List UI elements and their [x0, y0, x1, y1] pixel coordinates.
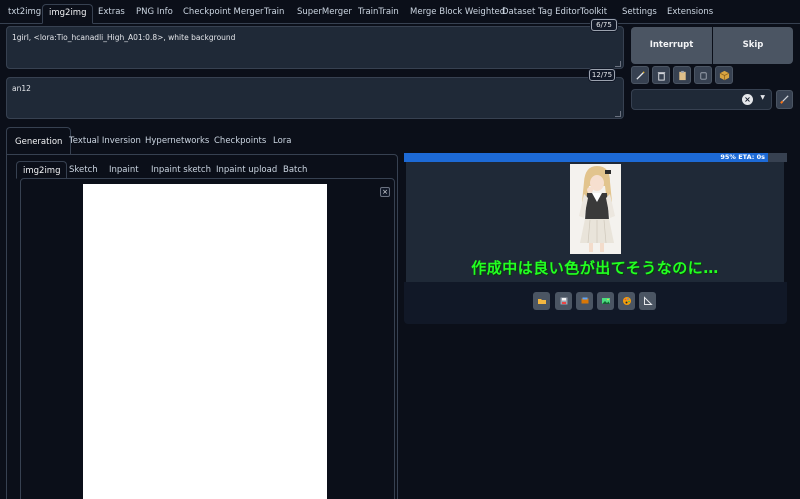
tab-batch[interactable]: Batch: [283, 161, 307, 179]
palette-icon[interactable]: [618, 292, 635, 310]
top-tab-bar: txt2img img2img Extras PNG Info Checkpoi…: [0, 0, 800, 24]
generation-panel: img2img Sketch Inpaint Inpaint sketch In…: [6, 154, 398, 499]
tab-traintrain[interactable]: TrainTrain: [358, 4, 399, 24]
tab-lora[interactable]: Lora: [273, 127, 292, 155]
output-gallery: 作成中は良い色が出てそうなのに…: [406, 162, 784, 282]
close-icon[interactable]: ×: [380, 187, 390, 197]
positive-resize-handle[interactable]: [615, 61, 621, 67]
negative-prompt-text: an12: [12, 84, 31, 93]
interrupt-button[interactable]: Interrupt: [631, 27, 712, 64]
tab-generation[interactable]: Generation: [6, 127, 72, 155]
skip-button[interactable]: Skip: [713, 27, 793, 64]
negative-prompt-input[interactable]: an12: [6, 77, 624, 119]
negative-token-counter: 12/75: [589, 69, 615, 81]
tab-dataset-tag-editor[interactable]: Dataset Tag Editor: [502, 4, 580, 24]
box-icon[interactable]: [715, 66, 733, 84]
zip-icon[interactable]: [576, 292, 593, 310]
card-icon[interactable]: [694, 66, 712, 84]
tab-inpaint-upload[interactable]: Inpaint upload: [216, 161, 277, 179]
tab-png-info[interactable]: PNG Info: [136, 4, 173, 24]
progress-bar: 95% ETA: 0s: [404, 153, 787, 162]
tab-train[interactable]: Train: [264, 4, 284, 24]
tab-settings[interactable]: Settings: [622, 4, 657, 24]
tab-hypernetworks[interactable]: Hypernetworks: [145, 127, 209, 155]
tab-checkpoints[interactable]: Checkpoints: [214, 127, 266, 155]
extra-networks-tab-bar: Generation Textual Inversion Hypernetwor…: [0, 127, 395, 155]
styles-dropdown[interactable]: × ▼: [631, 89, 772, 110]
tab-txt2img[interactable]: txt2img: [8, 4, 41, 24]
tab-extensions[interactable]: Extensions: [667, 4, 713, 24]
chevron-down-icon: ▼: [760, 94, 765, 101]
positive-prompt-input[interactable]: 1girl, <lora:Tio_hcanadli_High_A01:0.8>,…: [6, 26, 624, 69]
tab-textual-inversion[interactable]: Textual Inversion: [69, 127, 141, 155]
negative-resize-handle[interactable]: [615, 111, 621, 117]
progress-text: 95% ETA: 0s: [720, 153, 765, 161]
trash-icon[interactable]: [652, 66, 670, 84]
tab-img2img-mode[interactable]: img2img: [16, 161, 68, 179]
positive-prompt-text: 1girl, <lora:Tio_hcanadli_High_A01:0.8>,…: [12, 33, 236, 42]
tab-extras[interactable]: Extras: [98, 4, 125, 24]
tab-img2img[interactable]: img2img: [42, 4, 94, 24]
image-icon[interactable]: [597, 292, 614, 310]
clear-styles-icon[interactable]: ×: [742, 94, 753, 105]
overlay-caption: 作成中は良い色が出てそうなのに…: [471, 259, 719, 277]
positive-token-counter: 6/75: [591, 19, 617, 31]
clipboard-icon[interactable]: [673, 66, 691, 84]
preview-image[interactable]: [570, 164, 621, 254]
tab-inpaint-sketch[interactable]: Inpaint sketch: [151, 161, 211, 179]
tab-sketch[interactable]: Sketch: [69, 161, 98, 179]
tab-checkpoint-merger[interactable]: Checkpoint Merger: [183, 4, 264, 24]
pencil-icon[interactable]: [631, 66, 649, 84]
image-canvas[interactable]: ×: [20, 178, 395, 499]
progress-fill: [404, 153, 768, 162]
save-icon[interactable]: [555, 292, 572, 310]
brush-icon[interactable]: [776, 90, 793, 109]
input-image[interactable]: [83, 184, 327, 499]
folder-icon[interactable]: [533, 292, 550, 310]
tab-merge-block-weighted[interactable]: Merge Block Weighted: [410, 4, 505, 24]
tab-inpaint[interactable]: Inpaint: [109, 161, 139, 179]
output-actions-panel: [404, 282, 787, 324]
tab-supermerger[interactable]: SuperMerger: [297, 4, 352, 24]
ruler-icon[interactable]: [639, 292, 656, 310]
